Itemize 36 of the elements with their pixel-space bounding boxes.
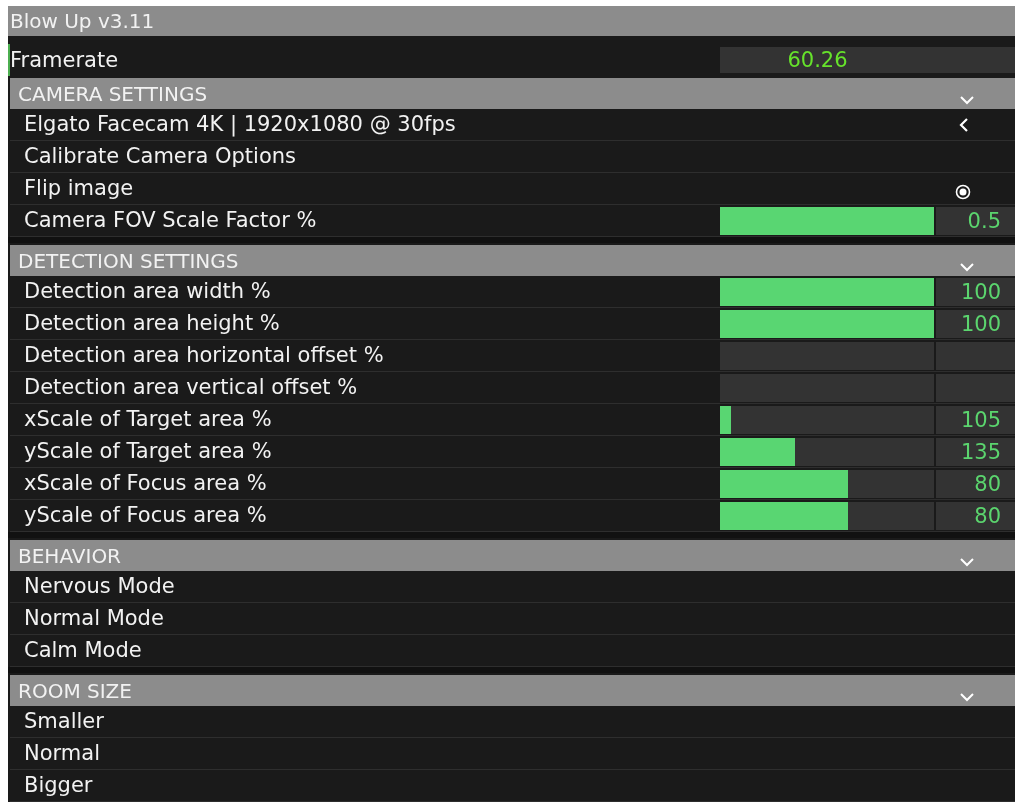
- row-label[interactable]: Bigger: [24, 775, 1015, 796]
- slider-fill[interactable]: [720, 309, 934, 338]
- row-label: yScale of Target area %: [24, 441, 273, 462]
- row-label[interactable]: Calibrate Camera Options: [24, 146, 1015, 167]
- row-label[interactable]: Nervous Mode: [24, 576, 1015, 597]
- section-title: CAMERA SETTINGS: [18, 80, 208, 108]
- row-label: Camera FOV Scale Factor %: [24, 210, 318, 231]
- section-title: ROOM SIZE: [18, 677, 132, 705]
- slider-value: 100: [936, 309, 1015, 338]
- row-label: Detection area width %: [24, 281, 272, 302]
- slider-value: 80: [936, 469, 1015, 498]
- row-label: xScale of Focus area %: [24, 473, 268, 494]
- section-title: BEHAVIOR: [18, 542, 122, 570]
- slider-value: 105: [936, 405, 1015, 434]
- row-label: xScale of Target area %: [24, 409, 273, 430]
- row-label[interactable]: Normal Mode: [24, 608, 1015, 629]
- section-title: DETECTION SETTINGS: [18, 247, 239, 275]
- row-label[interactable]: Normal: [24, 743, 1015, 764]
- slider-value: 100: [936, 277, 1015, 306]
- framerate-value: 60.26: [720, 47, 1015, 73]
- slider-value: 135: [936, 437, 1015, 466]
- slider-fill[interactable]: [720, 206, 934, 235]
- slider-value: 80: [936, 501, 1015, 530]
- slider-value: 0.5: [936, 206, 1015, 235]
- window-title: Blow Up v3.11: [8, 6, 1015, 36]
- row-label[interactable]: Elgato Facecam 4K | 1920x1080 @ 30fps: [24, 114, 959, 135]
- row-label: Detection area horizontal offset %: [24, 345, 385, 366]
- row-label[interactable]: Calm Mode: [24, 640, 1015, 661]
- radio-button[interactable]: [955, 183, 971, 200]
- row-label: yScale of Focus area %: [24, 505, 268, 526]
- row-label[interactable]: Smaller: [24, 711, 1015, 732]
- row-label: Detection area height %: [24, 313, 281, 334]
- framerate-label: Framerate: [10, 49, 120, 71]
- row-label[interactable]: Flip image: [24, 178, 955, 199]
- slider-fill[interactable]: [720, 277, 934, 306]
- row-label: Detection area vertical offset %: [24, 377, 359, 398]
